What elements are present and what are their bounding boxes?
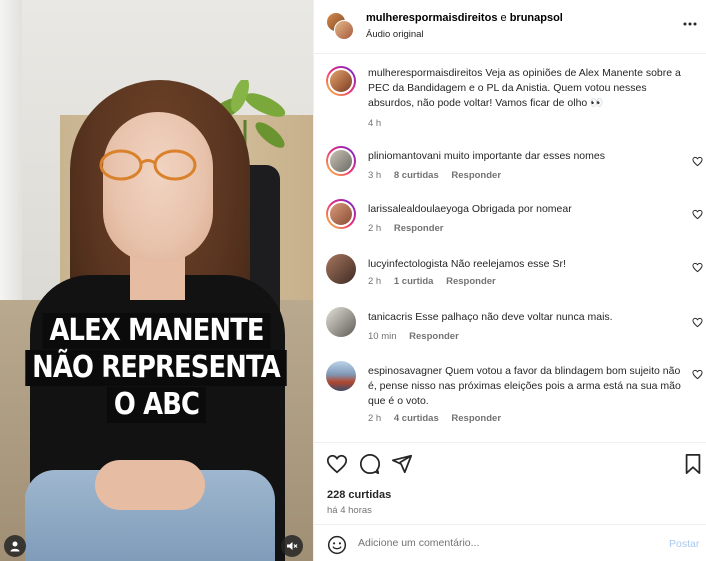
share-icon[interactable] (391, 453, 413, 475)
comment-username[interactable]: larissalealdoulaeyoga (368, 203, 469, 215)
comment-time: 4 h (368, 118, 382, 129)
comment-username[interactable]: pliniomantovani (368, 150, 441, 162)
bookmark-icon[interactable] (682, 453, 704, 475)
comment-text: Não reelejamos esse Sr! (450, 258, 566, 270)
caption-line-3: O ABC (107, 387, 206, 423)
caption-text: mulherespormaisdireitos Veja as opiniões… (368, 66, 690, 111)
user-icon (10, 541, 20, 552)
glasses-image (99, 149, 197, 181)
person-hands (95, 460, 205, 510)
heart-icon[interactable] (326, 453, 348, 475)
person-face (103, 112, 213, 262)
heart-icon[interactable] (692, 317, 703, 328)
comment-likes[interactable]: 1 curtida (394, 276, 434, 287)
reel-media[interactable]: ALEX MANENTE NÃO REPRESENTA O ABC (0, 0, 313, 561)
comment-time: 10 min (368, 331, 397, 342)
avatar[interactable] (326, 199, 356, 229)
comment-meta: 2 h Responder (368, 223, 453, 234)
comment-text: Esse palhaço não deve voltar nunca mais. (415, 311, 613, 323)
tagged-user-button[interactable] (4, 535, 26, 557)
comment-body: tanicacris Esse palhaço não deve voltar … (368, 310, 690, 325)
avatar[interactable] (326, 66, 356, 96)
avatar[interactable] (326, 307, 356, 337)
caption-line-1: ALEX MANENTE (42, 313, 271, 349)
caption-line-2: NÃO REPRESENTA (25, 350, 288, 386)
avatar[interactable] (326, 361, 356, 391)
comment-username[interactable]: tanicacris (368, 311, 412, 323)
avatar (334, 20, 354, 40)
comment-likes[interactable]: 4 curtidas (394, 413, 439, 424)
comment-username[interactable]: lucyinfectologista (368, 258, 448, 270)
post-comment-button[interactable]: Postar (669, 538, 699, 550)
comment-username[interactable]: mulherespormaisdireitos (368, 67, 482, 79)
emoji-icon[interactable] (327, 535, 347, 555)
heart-icon[interactable] (692, 156, 703, 167)
mute-button[interactable] (281, 535, 303, 557)
avatar[interactable] (326, 254, 356, 284)
post-header: mulherespormaisdireitos e brunapsol Áudi… (314, 0, 706, 54)
comment-text: muito importante dar esses nomes (443, 150, 605, 162)
reply-button[interactable]: Responder (409, 331, 459, 342)
comment-body: lucyinfectologista Não reelejamos esse S… (368, 257, 690, 272)
avatar[interactable] (326, 146, 356, 176)
comment-icon[interactable] (359, 453, 381, 475)
audio-link[interactable]: Áudio original (366, 29, 424, 40)
comment-time: 2 h (368, 223, 382, 234)
author-link[interactable]: brunapsol (510, 12, 563, 24)
post-authors: mulherespormaisdireitos e brunapsol (366, 12, 563, 24)
comment-composer: Postar (314, 524, 706, 561)
video-caption-overlay: ALEX MANENTE NÃO REPRESENTA O ABC (0, 313, 313, 424)
comment-time: 3 h (368, 170, 382, 181)
comment-time: 2 h (368, 413, 382, 424)
comment-meta: 10 min Responder (368, 331, 469, 342)
speaker-muted-icon (287, 542, 298, 550)
reply-button[interactable]: Responder (394, 223, 444, 234)
comment-meta: 2 h 4 curtidas Responder (368, 413, 511, 424)
comment-text: Obrigada por nomear (471, 203, 572, 215)
post-actions: 228 curtidas há 4 horas (314, 442, 706, 524)
heart-icon[interactable] (692, 209, 703, 220)
comment-username[interactable]: espinosavagner (368, 365, 442, 377)
reply-button[interactable]: Responder (451, 413, 501, 424)
comment-meta: 2 h 1 curtida Responder (368, 276, 506, 287)
reply-button[interactable]: Responder (446, 276, 496, 287)
comment-input[interactable] (358, 533, 648, 553)
more-options-button[interactable] (680, 16, 700, 36)
comment-likes[interactable]: 8 curtidas (394, 170, 439, 181)
comment-time: 2 h (368, 276, 382, 287)
post-sidebar: mulherespormaisdireitos e brunapsol Áudi… (313, 0, 706, 561)
comment-meta: 4 h (368, 118, 391, 129)
author-joiner: e (500, 12, 507, 24)
post-timestamp[interactable]: há 4 horas (327, 505, 372, 516)
comment-body: pliniomantovani muito importante dar ess… (368, 149, 690, 164)
collab-avatars[interactable] (326, 12, 354, 40)
more-horizontal-icon (683, 22, 697, 26)
comment-body: larissalealdoulaeyoga Obrigada por nomea… (368, 202, 690, 217)
comment-meta: 3 h 8 curtidas Responder (368, 170, 511, 181)
heart-icon[interactable] (692, 262, 703, 273)
heart-icon[interactable] (692, 369, 703, 380)
comments-list[interactable]: mulherespormaisdireitos Veja as opiniões… (314, 54, 706, 442)
author-link[interactable]: mulherespormaisdireitos (366, 12, 497, 24)
likes-count[interactable]: 228 curtidas (327, 489, 391, 501)
comment-body: espinosavagner Quem votou a favor da bli… (368, 364, 690, 409)
reply-button[interactable]: Responder (451, 170, 501, 181)
